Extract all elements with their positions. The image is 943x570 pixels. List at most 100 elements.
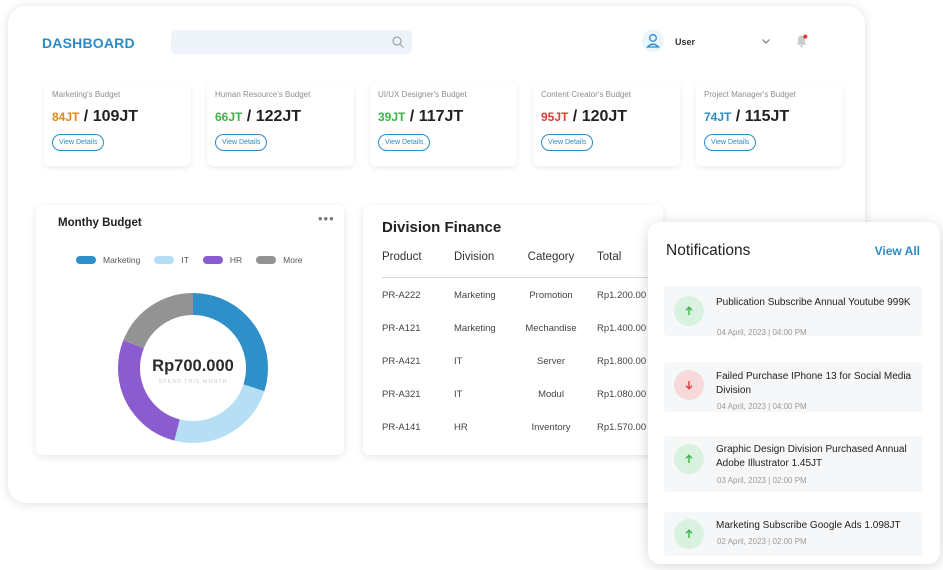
legend-swatch (154, 256, 175, 264)
budget-amount: 84JT / 109JT (52, 108, 139, 125)
notification-item[interactable]: Failed Purchase IPhone 13 for Social Med… (664, 362, 922, 412)
notification-text: Failed Purchase IPhone 13 for Social Med… (716, 371, 912, 396)
donut-center-value: Rp700.000 (152, 357, 234, 375)
table-row[interactable]: PR-A141 HR Inventory Rp1.570.00 (382, 422, 663, 455)
cell-product: PR-A141 (382, 422, 421, 433)
division-finance-card: Division Finance Product Division Catego… (363, 205, 663, 455)
notifications-title: Notifications (666, 242, 751, 259)
legend-item-it: IT (154, 255, 189, 265)
column-header: Product (382, 251, 422, 263)
budget-card-human-resource: Human Resource's Budget 66JT / 122JT Vie… (207, 82, 354, 166)
cell-category: Inventory (531, 422, 571, 433)
notification-text: Marketing Subscribe Google Ads 1.098JT (716, 520, 901, 531)
finance-table: Product Division Category Total PR-A222 … (382, 251, 663, 455)
notification-item[interactable]: Marketing Subscribe Google Ads 1.098JT 0… (664, 512, 922, 556)
user-menu[interactable]: User (642, 30, 772, 52)
page-title: DASHBOARD (42, 35, 135, 51)
notifications-panel: Notifications View All Publication Subsc… (648, 222, 940, 564)
table-header-row: Product Division Category Total (382, 251, 663, 278)
cell-total: Rp1.800.00 (597, 356, 647, 367)
cell-total: Rp1.400.00 (597, 323, 647, 334)
cell-product: PR-A222 (382, 290, 421, 301)
notification-item[interactable]: Publication Subscribe Annual Youtube 999… (664, 286, 922, 337)
cell-category: Mechandise (525, 323, 577, 334)
view-details-button[interactable]: View Details (378, 134, 431, 151)
budget-used: 74JT (704, 110, 732, 124)
donut-center-caption: SPEND THIS MONTH (159, 379, 228, 385)
app-stage: DASHBOARD User Marketing's Budget 84JT /… (0, 0, 943, 570)
cell-product: PR-A321 (382, 389, 421, 400)
legend-item-hr: HR (202, 255, 243, 265)
view-all-link[interactable]: View All (875, 244, 920, 258)
view-details-button[interactable]: View Details (215, 134, 268, 151)
search-input[interactable] (171, 30, 412, 54)
arrow-down-icon (674, 370, 704, 400)
legend-swatch (202, 256, 223, 264)
legend-label: Marketing (103, 255, 141, 265)
arrow-up-icon (674, 296, 704, 326)
legend-item-more: More (256, 255, 303, 265)
cell-division: Marketing (454, 290, 496, 301)
budget-card-uiux-designer: UI/UX Designer's Budget 39JT / 117JT Vie… (370, 82, 517, 166)
budget-total: 115JT (744, 108, 790, 125)
avatar[interactable] (642, 30, 664, 52)
legend-item-marketing: Marketing (76, 255, 140, 265)
user-name: User (675, 37, 696, 47)
legend-label: HR (229, 255, 243, 265)
cell-division: Marketing (454, 323, 496, 334)
budget-used: 95JT (541, 110, 569, 124)
budget-total: 117JT (418, 108, 464, 125)
notification-date: 04 April, 2023 | 04:00 PM (717, 402, 807, 411)
table-row[interactable]: PR-A222 Marketing Promotion Rp1.200.00 (382, 290, 663, 323)
view-details-button[interactable]: View Details (52, 134, 105, 151)
cell-total: Rp1.570.00 (597, 422, 647, 433)
user-icon (645, 34, 661, 48)
bell-icon[interactable] (795, 34, 808, 48)
budget-label: Human Resource's Budget (215, 90, 311, 99)
cell-division: IT (454, 389, 463, 400)
more-options-icon[interactable]: ••• (318, 211, 335, 226)
budget-used: 66JT (215, 110, 243, 124)
notification-text: Publication Subscribe Annual Youtube 999… (716, 297, 911, 308)
notification-date: 03 April, 2023 | 02:00 PM (717, 476, 807, 485)
cell-total: Rp1.200.00 (597, 290, 647, 301)
cell-category: Modul (538, 389, 564, 400)
budget-used: 39JT (378, 110, 406, 124)
monthly-budget-title: Monthy Budget (58, 217, 142, 229)
legend-swatch (76, 256, 96, 264)
cell-product: PR-A421 (382, 356, 421, 367)
legend-label: IT (181, 255, 189, 265)
budget-total: 120JT (581, 108, 628, 125)
cell-division: HR (454, 422, 468, 433)
notification-date: 02 April, 2023 | 02:00 PM (717, 537, 807, 546)
legend-label: More (283, 255, 303, 265)
notification-item[interactable]: Graphic Design Division Purchased Annual… (664, 436, 922, 492)
column-header: Division (454, 251, 495, 263)
budget-amount: 95JT / 120JT (541, 108, 628, 125)
table-row[interactable]: PR-A421 IT Server Rp1.800.00 (382, 356, 663, 389)
budget-card-content-creator: Content Creator's Budget 95JT / 120JT Vi… (533, 82, 680, 166)
budget-amount: 66JT / 122JT (215, 108, 302, 125)
cell-total: Rp1.080.00 (597, 389, 647, 400)
notification-date: 04 April, 2023 | 04:00 PM (717, 328, 807, 337)
budget-label: UI/UX Designer's Budget (378, 90, 467, 99)
table-row[interactable]: PR-A321 IT Modul Rp1.080.00 (382, 389, 663, 422)
notification-text: Graphic Design Division Purchased Annual… (716, 444, 907, 469)
arrow-up-icon (674, 444, 704, 474)
view-details-button[interactable]: View Details (541, 134, 594, 151)
table-row[interactable]: PR-A121 Marketing Mechandise Rp1.400.00 (382, 323, 663, 356)
budget-label: Marketing's Budget (52, 90, 121, 99)
search-icon[interactable] (391, 35, 405, 49)
cell-product: PR-A121 (382, 323, 421, 334)
view-details-button[interactable]: View Details (704, 134, 757, 151)
budget-used: 84JT (52, 110, 80, 124)
chevron-down-icon[interactable] (760, 35, 772, 47)
cell-category: Server (537, 356, 565, 367)
donut-chart: Rp700.000 SPEND THIS MONTH (118, 293, 268, 443)
chart-legend: Marketing IT HR More (76, 255, 303, 265)
monthly-budget-card: Monthy Budget ••• Marketing IT HR More R… (36, 205, 344, 455)
division-finance-title: Division Finance (382, 219, 502, 236)
cell-division: IT (454, 356, 463, 367)
budget-amount: 39JT / 117JT (378, 108, 464, 125)
budget-amount: 74JT / 115JT (704, 108, 790, 125)
